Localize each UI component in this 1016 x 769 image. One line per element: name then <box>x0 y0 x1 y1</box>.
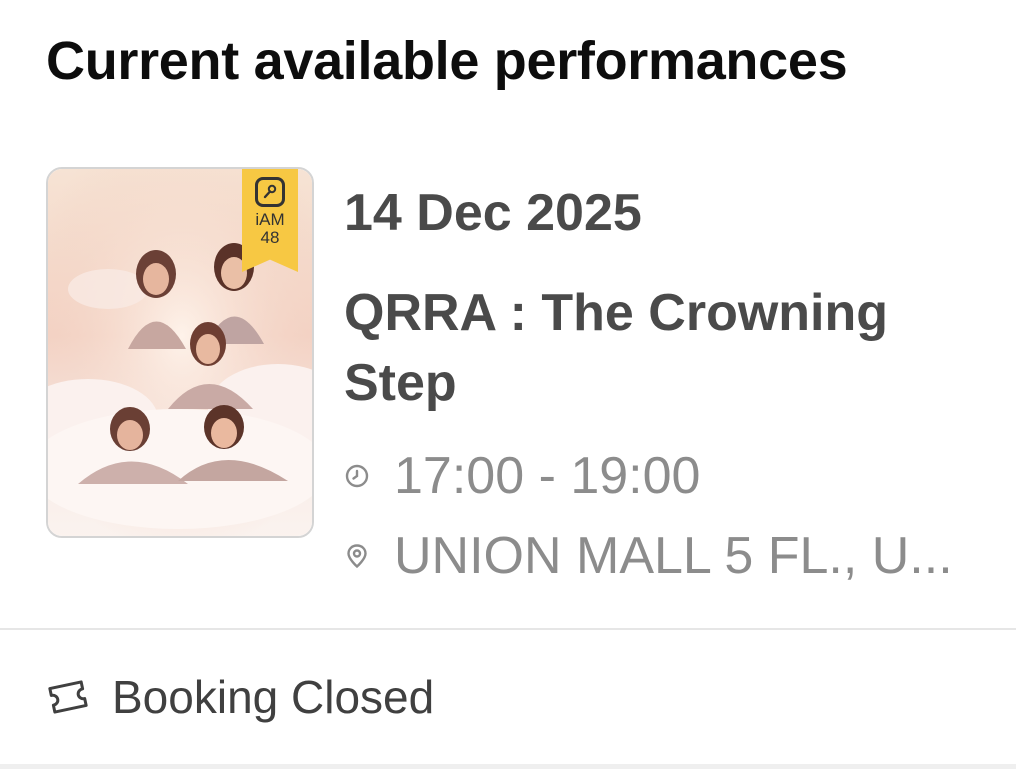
booking-status-row: Booking Closed <box>46 662 434 732</box>
section-divider <box>0 628 1016 630</box>
iam48-badge: iAM 48 <box>242 169 298 272</box>
clock-icon <box>345 464 369 488</box>
performance-poster[interactable]: iAM 48 <box>46 167 314 538</box>
microphone-ticket-icon <box>255 177 285 207</box>
performance-card[interactable]: iAM 48 14 Dec 2025 QRRA : The Crowning S… <box>0 160 1016 630</box>
badge-label-line1: iAM <box>255 210 285 229</box>
performance-info: 14 Dec 2025 QRRA : The Crowning Step 17:… <box>344 182 1004 596</box>
performance-time-row: 17:00 - 19:00 <box>344 436 1004 516</box>
performance-date: 14 Dec 2025 <box>344 184 642 242</box>
badge-label-line2: 48 <box>260 228 280 247</box>
bottom-separator <box>0 764 1016 769</box>
ticket-icon <box>48 680 88 714</box>
performance-time: 17:00 - 19:00 <box>394 447 701 505</box>
badge-label: iAM 48 <box>255 211 284 247</box>
performance-location: UNION MALL 5 FL., U... <box>394 527 953 585</box>
performance-title[interactable]: QRRA : The Crowning Step <box>344 278 964 418</box>
booking-status: Booking Closed <box>112 671 435 723</box>
performance-location-row: UNION MALL 5 FL., U... <box>344 516 1004 596</box>
performances-page: Current available performances iAM 48 14… <box>0 0 1016 769</box>
location-pin-icon <box>347 544 367 569</box>
section-title: Current available performances <box>46 31 848 91</box>
